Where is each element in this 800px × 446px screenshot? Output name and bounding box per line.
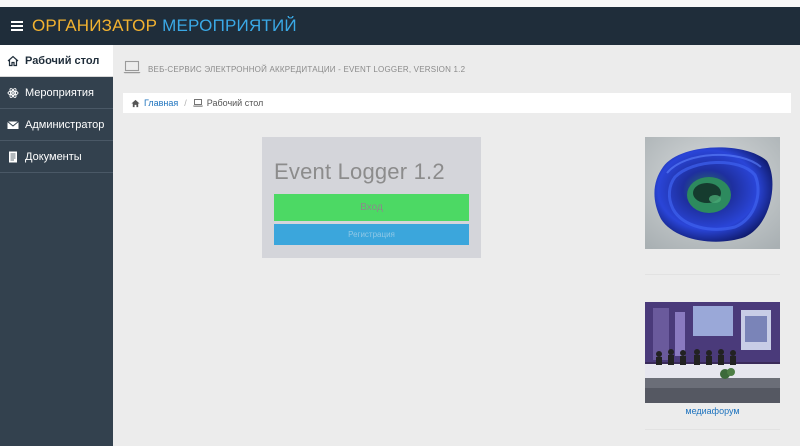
laptop-icon (123, 60, 141, 79)
media-forum-image[interactable] (645, 302, 780, 403)
login-panel: Event Logger 1.2 Вход Регистрация (262, 137, 481, 258)
register-button[interactable]: Регистрация (274, 224, 469, 245)
page-header: ВЕБ-СЕРВИС ЭЛЕКТРОННОЙ АККРЕДИТАЦИИ - EV… (123, 60, 465, 79)
laptop-icon (192, 99, 203, 107)
brand-part-1: ОРГАНИЗАТОР (32, 16, 158, 35)
breadcrumb: Главная / Рабочий стол (123, 93, 791, 113)
login-button[interactable]: Вход (274, 194, 469, 221)
sidebar-item-label: Администратор (25, 118, 105, 131)
sidebar-item-documents[interactable]: Документы (0, 141, 113, 173)
right-column: медиафорум (645, 137, 780, 430)
divider (645, 429, 780, 430)
brand-part-2: МЕРОПРИЯТИЙ (162, 16, 297, 35)
breadcrumb-separator: / (184, 98, 187, 108)
home-icon (6, 55, 19, 67)
main-content: ВЕБ-СЕРВИС ЭЛЕКТРОННОЙ АККРЕДИТАЦИИ - EV… (113, 45, 800, 446)
menu-toggle-icon[interactable] (11, 21, 23, 31)
breadcrumb-current: Рабочий стол (192, 98, 264, 108)
mineral-image (645, 137, 780, 249)
app-brand[interactable]: ОРГАНИЗАТОР МЕРОПРИЯТИЙ (32, 16, 297, 36)
sidebar-item-events[interactable]: Мероприятия (0, 77, 113, 109)
sidebar-item-label: Документы (25, 150, 82, 163)
breadcrumb-home-label: Главная (144, 98, 179, 108)
sidebar-item-desktop[interactable]: Рабочий стол (0, 45, 113, 77)
divider (645, 274, 780, 275)
sidebar-item-admin[interactable]: Администратор (0, 109, 113, 141)
login-title: Event Logger 1.2 (274, 159, 445, 184)
top-strip (0, 0, 800, 7)
top-navbar: ОРГАНИЗАТОР МЕРОПРИЯТИЙ (0, 7, 800, 45)
document-icon (6, 151, 19, 163)
sidebar-item-label: Рабочий стол (25, 54, 100, 67)
atom-icon (6, 87, 19, 99)
breadcrumb-current-label: Рабочий стол (206, 98, 264, 108)
media-forum-link[interactable]: медиафорум (645, 406, 780, 416)
home-icon (131, 99, 140, 107)
page-title: ВЕБ-СЕРВИС ЭЛЕКТРОННОЙ АККРЕДИТАЦИИ - EV… (148, 65, 466, 74)
sidebar: Рабочий стол Мероприятия Администратор Д… (0, 45, 113, 446)
envelope-icon (6, 119, 19, 131)
sidebar-item-label: Мероприятия (25, 86, 94, 99)
breadcrumb-home-link[interactable]: Главная (131, 98, 178, 108)
